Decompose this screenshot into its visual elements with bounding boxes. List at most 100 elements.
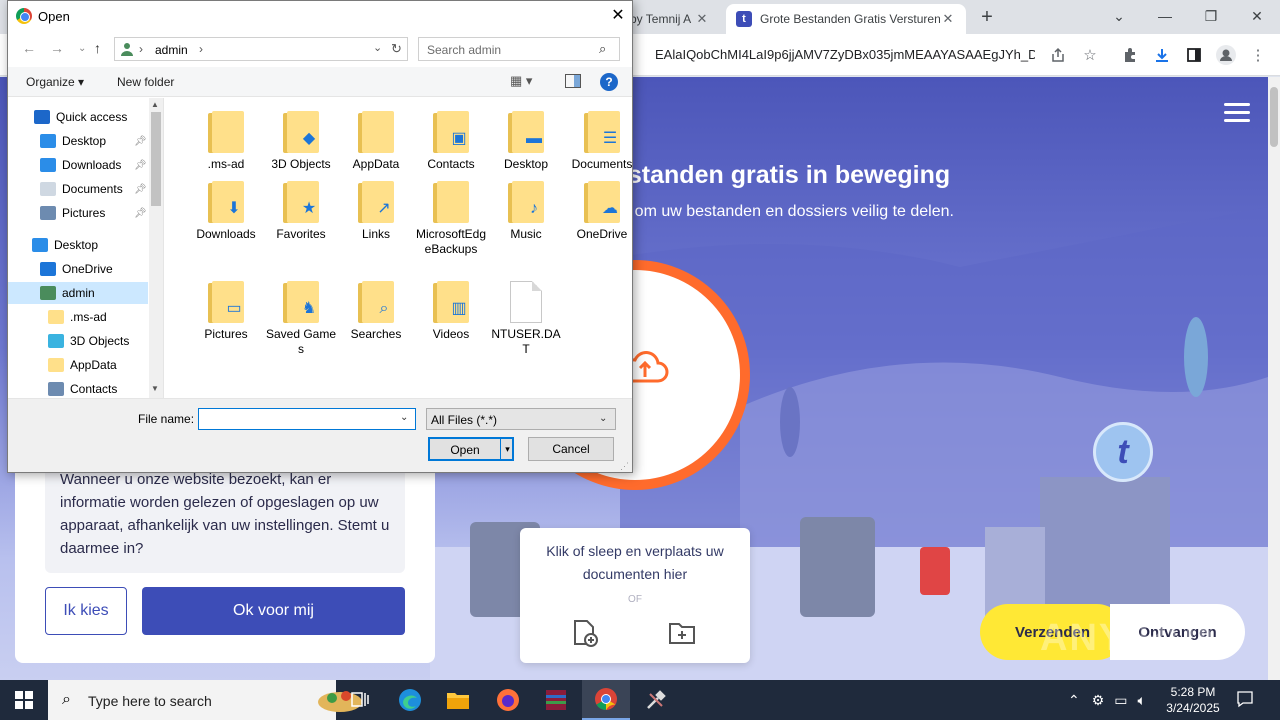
menu-icon[interactable]: ⋮ [1246, 43, 1270, 67]
page-scrollbar[interactable] [1268, 77, 1280, 680]
refresh-icon[interactable]: ↻ [391, 41, 402, 57]
tool-icon[interactable] [632, 680, 680, 720]
scroll-up-icon[interactable]: ▲ [151, 100, 159, 109]
file-item[interactable]: ♪ Music [490, 175, 562, 242]
file-item[interactable]: ♞ Saved Games [265, 275, 337, 357]
profile-icon[interactable] [1214, 43, 1238, 67]
file-item[interactable]: ▣ Contacts [415, 105, 487, 172]
tab-search-dropdown-icon[interactable]: ⌄ [1096, 4, 1142, 28]
forward-arrow-icon[interactable]: → [50, 40, 64, 56]
add-file-icon[interactable] [570, 618, 600, 648]
notifications-icon[interactable] [1236, 690, 1256, 710]
extensions-icon[interactable] [1118, 43, 1142, 67]
nav-item-ms-ad[interactable]: .ms-ad [8, 306, 148, 328]
drop-zone-text: Klik of sleep en verplaats uw documenten… [546, 543, 724, 582]
winrar-icon[interactable] [532, 680, 580, 720]
preview-pane-icon[interactable] [565, 74, 581, 88]
device-icon[interactable]: ⚙ [1092, 692, 1105, 709]
hamburger-menu-icon[interactable] [1224, 103, 1250, 123]
tab-grote-bestanden[interactable]: t Grote Bestanden Gratis Versturen ✕ [726, 4, 966, 34]
resize-grip-icon[interactable]: ⋰ [620, 461, 629, 472]
open-split-dropdown-icon[interactable]: ▾ [500, 439, 514, 459]
show-hidden-icons-icon[interactable]: ⌃ [1068, 692, 1080, 709]
file-item[interactable]: ▬ Desktop [490, 105, 562, 172]
search-icon[interactable]: ⌕ [599, 41, 606, 57]
nav-item-3d-objects[interactable]: 3D Objects [8, 330, 148, 352]
scroll-down-icon[interactable]: ▼ [151, 384, 159, 393]
nav-item-contacts[interactable]: Contacts [8, 378, 148, 400]
up-arrow-icon[interactable]: ↑ [94, 40, 101, 56]
file-type-select[interactable]: All Files (*.*) ⌄ [426, 408, 616, 430]
taskbar-search[interactable]: ⌕ Type here to search [48, 680, 362, 720]
sidepanel-icon[interactable] [1182, 43, 1206, 67]
firefox-icon[interactable] [484, 680, 532, 720]
clock[interactable]: 5:28 PM 3/24/2025 [1158, 684, 1228, 716]
file-item[interactable]: ▥ Videos [415, 275, 487, 342]
restore-button[interactable]: ❐ [1188, 4, 1234, 28]
recent-dropdown-icon[interactable]: ⌄ [78, 43, 86, 54]
chevron-down-icon[interactable]: ⌄ [373, 41, 382, 54]
address-box[interactable]: › admin › ⌄ ↻ [114, 37, 408, 61]
open-button[interactable]: Open ▾ [428, 437, 514, 461]
nav-item-appdata[interactable]: AppData [8, 354, 148, 376]
close-icon[interactable]: ✕ [940, 11, 956, 27]
nav-item-desktop[interactable]: Desktop [8, 234, 148, 256]
new-folder-button[interactable]: New folder [117, 75, 174, 89]
nav-item-admin[interactable]: admin [8, 282, 148, 304]
chrome-icon[interactable] [582, 680, 630, 720]
file-name-input[interactable] [198, 408, 416, 430]
tab-temnij[interactable]: by Temnij A ✕ [620, 4, 720, 34]
chevron-down-icon[interactable]: ⌄ [400, 412, 408, 423]
close-window-button[interactable]: ✕ [1234, 4, 1280, 28]
star-icon[interactable]: ☆ [1078, 43, 1102, 67]
nav-item-quick-access[interactable]: Quick access [8, 106, 148, 128]
file-item[interactable]: ☁ OneDrive [566, 175, 638, 242]
download-icon[interactable] [1150, 43, 1174, 67]
file-item[interactable]: ◆ 3D Objects [265, 105, 337, 172]
cancel-button[interactable]: Cancel [528, 437, 614, 461]
edge-icon[interactable] [386, 680, 434, 720]
close-icon[interactable]: ✕ [694, 11, 710, 27]
nav-item-documents[interactable]: Documents 📌︎ [8, 178, 148, 200]
add-folder-icon[interactable] [667, 618, 697, 648]
nav-item-pictures[interactable]: Pictures 📌︎ [8, 202, 148, 224]
task-view-icon[interactable] [336, 680, 384, 720]
file-item[interactable]: ↗ Links [340, 175, 412, 242]
windows-start-icon[interactable] [0, 680, 48, 720]
file-item[interactable]: NTUSER.DAT [490, 275, 562, 357]
new-tab-button[interactable]: + [976, 6, 998, 28]
minimize-button[interactable]: — [1142, 4, 1188, 28]
nav-item-desktop[interactable]: Desktop 📌︎ [8, 130, 148, 152]
file-item[interactable]: MicrosoftEdgeBackups [415, 175, 487, 257]
back-arrow-icon[interactable]: ← [22, 40, 36, 56]
file-item[interactable]: AppData [340, 105, 412, 172]
network-icon[interactable]: ▭ [1114, 692, 1127, 709]
choose-button[interactable]: Ik kies [45, 587, 127, 635]
nav-item-downloads[interactable]: Downloads 📌︎ [8, 154, 148, 176]
organize-button[interactable]: Organize ▾ [26, 75, 84, 89]
volume-icon[interactable]: 🔈︎ [1138, 692, 1146, 709]
chevron-down-icon[interactable]: ⌄ [599, 413, 607, 424]
help-icon[interactable]: ? [600, 73, 618, 91]
file-item[interactable]: .ms-ad [190, 105, 262, 172]
file-item[interactable]: ☰ Documents [566, 105, 638, 172]
breadcrumb-admin[interactable]: admin [155, 43, 188, 57]
breadcrumb-separator[interactable]: › [199, 42, 203, 56]
file-explorer-icon[interactable] [434, 680, 482, 720]
scroll-thumb[interactable] [1270, 87, 1278, 147]
search-input[interactable]: Search admin ⌕ [418, 37, 620, 61]
nav-scrollbar[interactable]: ▲ ▼ [149, 98, 163, 398]
accept-button[interactable]: Ok voor mij [142, 587, 405, 635]
open-button-label: Open [450, 443, 480, 457]
share-icon[interactable] [1046, 43, 1070, 67]
file-item[interactable]: ★ Favorites [265, 175, 337, 242]
nav-scroll-thumb[interactable] [151, 112, 161, 206]
address-bar[interactable]: EAlaIQobChMI4LaI9p6jjAMV7ZyDBx035jmMEAAY… [655, 47, 1035, 62]
drop-zone[interactable]: Klik of sleep en verplaats uw documenten… [520, 528, 750, 663]
file-item[interactable]: ▭ Pictures [190, 275, 262, 342]
file-item[interactable]: ⬇ Downloads [190, 175, 262, 242]
file-item[interactable]: ⌕ Searches [340, 275, 412, 342]
nav-item-onedrive[interactable]: OneDrive [8, 258, 148, 280]
close-icon[interactable]: ✕ [608, 5, 628, 25]
view-options-icon[interactable]: ▦ ▾ [510, 73, 532, 89]
